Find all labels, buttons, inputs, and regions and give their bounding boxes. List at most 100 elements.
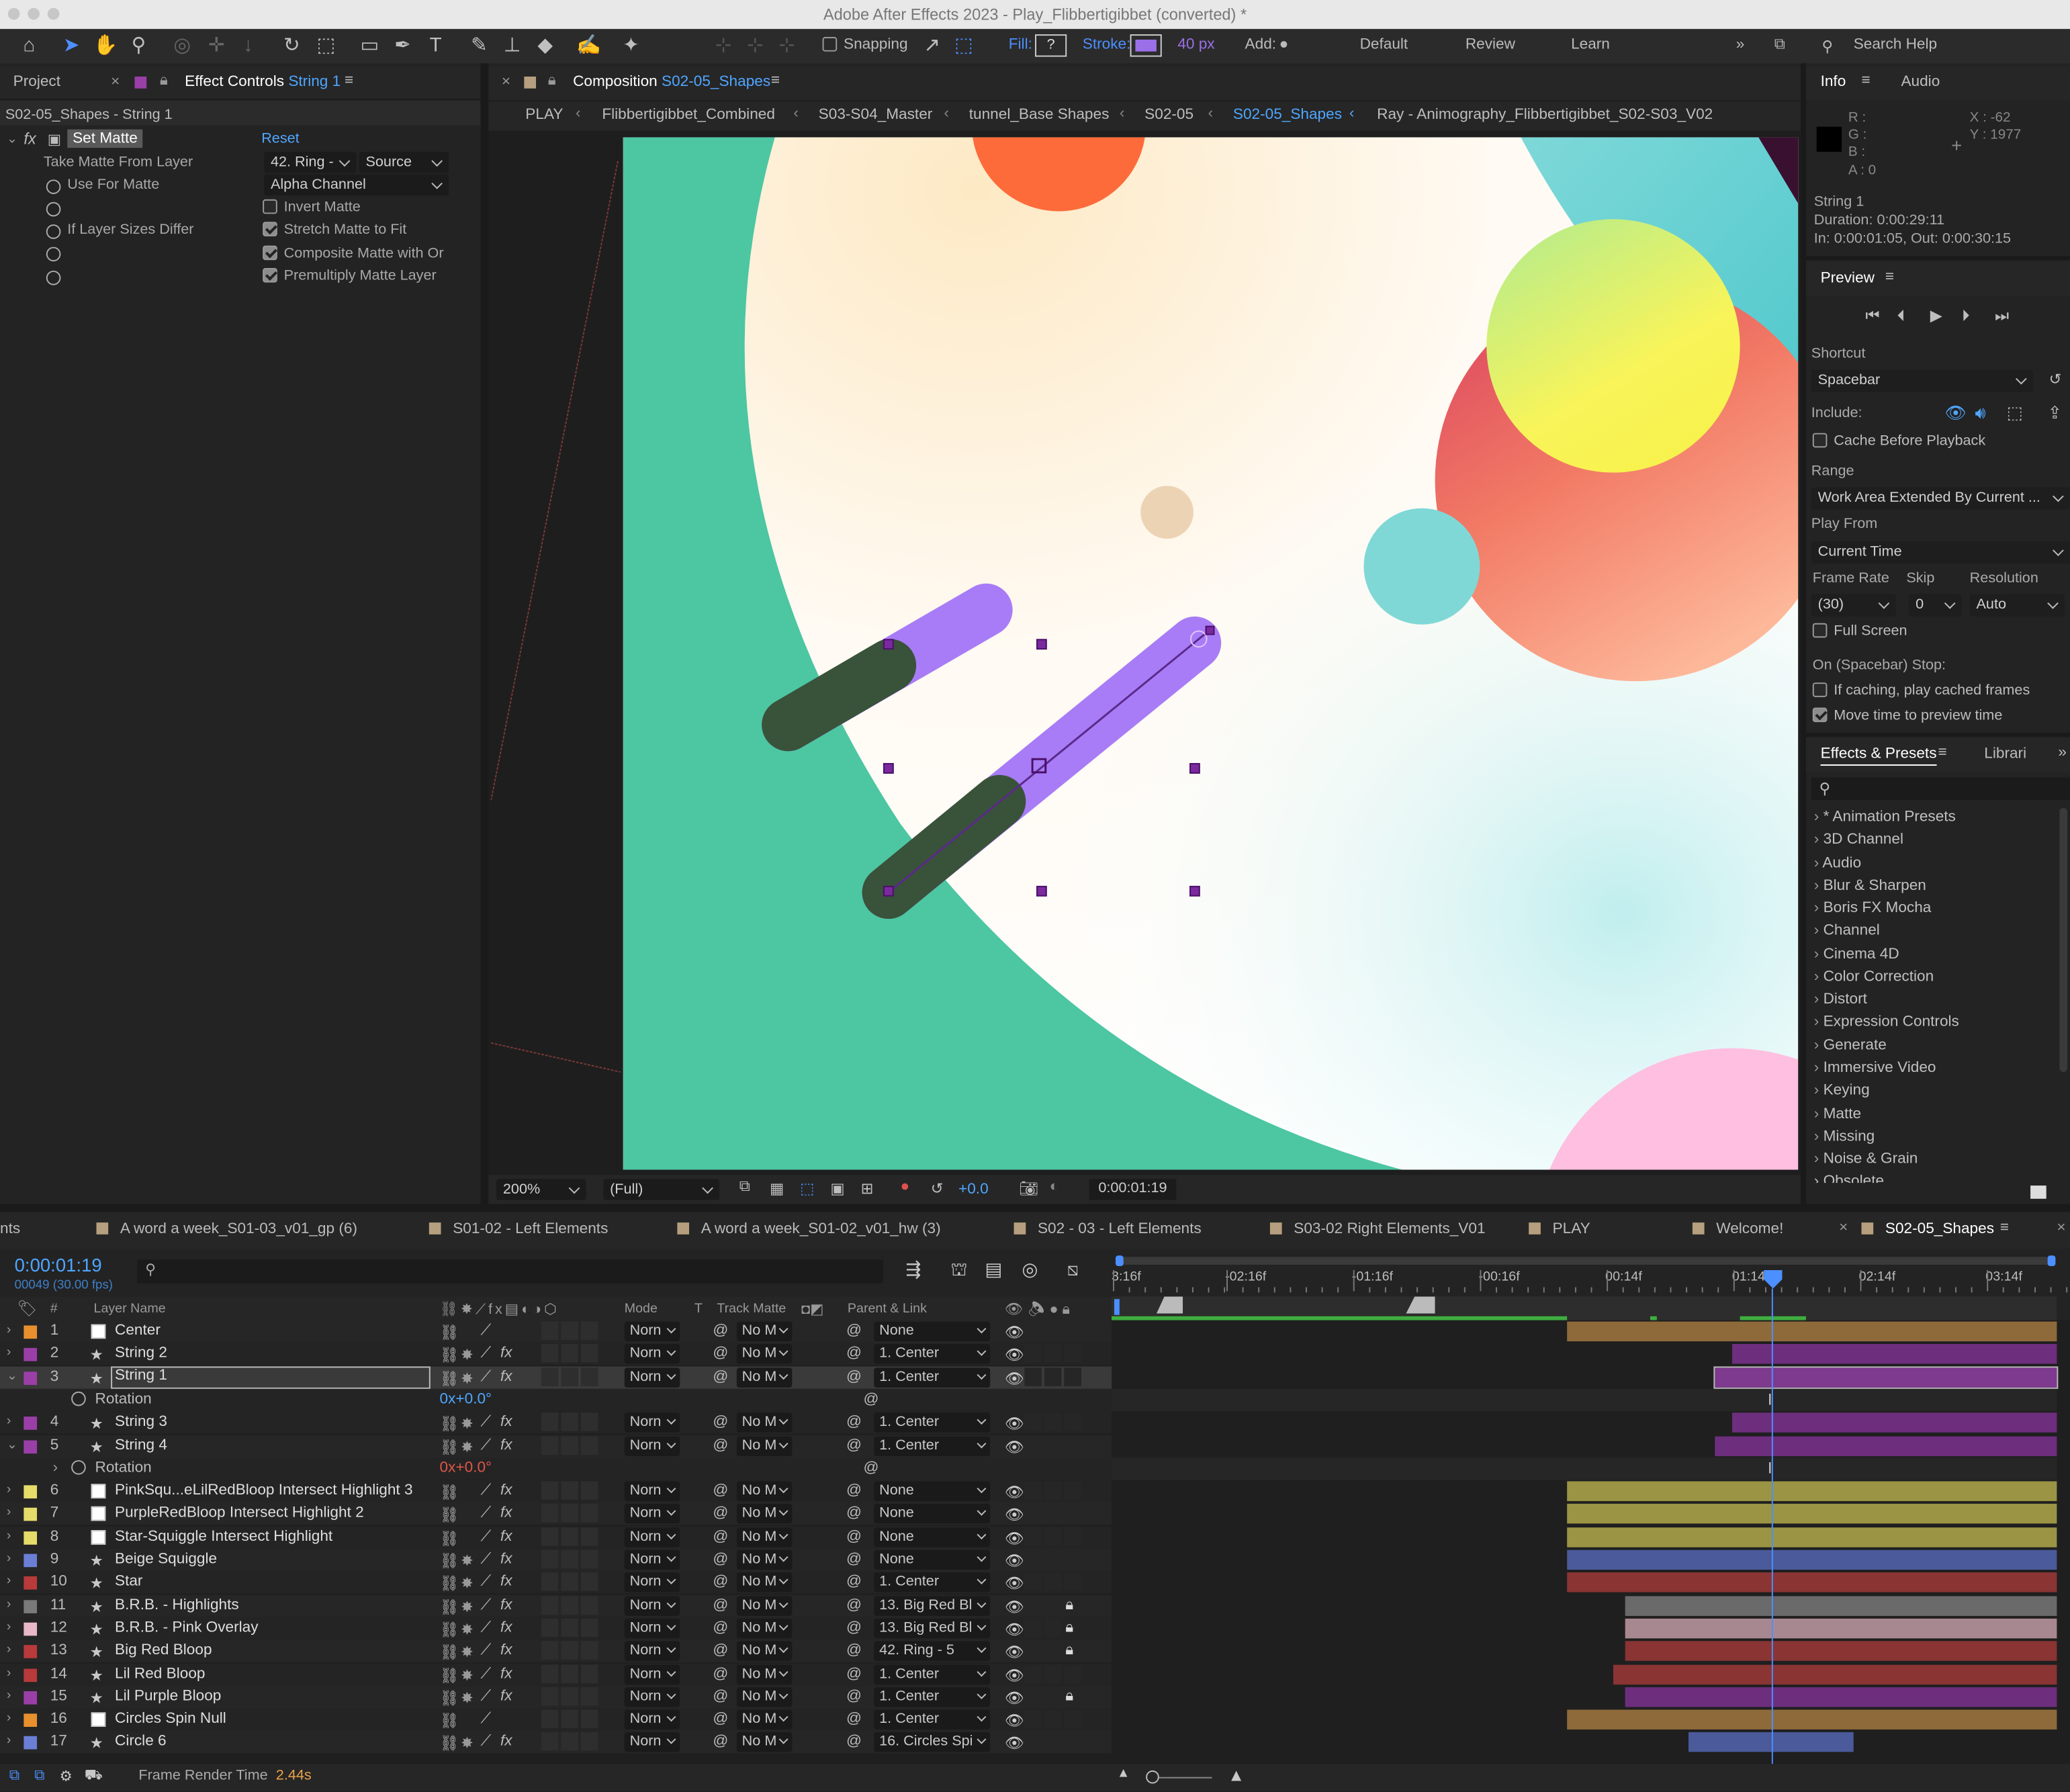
track-matte-pickwhip-icon[interactable]: @ [713,1552,728,1568]
layer-duration-bar[interactable] [1567,1481,2057,1502]
composition-viewer[interactable] [623,137,1799,1170]
first-frame-icon[interactable]: ⏮ [1865,306,1879,326]
if-caching-checkbox[interactable] [1812,682,1828,697]
layer-row[interactable]: › 8 Star-Squiggle Intersect Highlight ⛓ ⟋ fx N… [0,1525,1112,1549]
add-icon[interactable]: ● [1279,37,1289,53]
selection-tool-icon[interactable]: ➤ [58,33,84,59]
breadcrumb-item[interactable]: tunnel_Base Shapes [969,107,1110,123]
panel-menu-icon[interactable]: ≡ [1885,269,1894,285]
layer-label-color[interactable] [24,1622,38,1636]
switch-cell[interactable] [1044,1481,1062,1500]
navigator-start-handle[interactable] [1115,1255,1124,1267]
switch-cell[interactable] [580,1413,598,1432]
region-of-interest-icon[interactable]: ▣ [830,1179,844,1198]
layer-name[interactable]: Beige Squiggle [115,1552,217,1568]
quality-switch-icon[interactable]: ⟋ [480,1666,491,1683]
parent-dropdown[interactable]: None [874,1321,991,1342]
shy-switch-icon[interactable]: ⛓ [440,1734,459,1753]
color-channel-icon[interactable]: ● [901,1179,910,1195]
collapse-switch-icon[interactable]: ✸ [461,1666,474,1685]
mode-dropdown[interactable]: Norn [624,1641,680,1662]
track-matte-dropdown[interactable]: No M [736,1344,793,1365]
parent-dropdown[interactable]: 1. Center [874,1367,991,1388]
switch-cell[interactable] [561,1344,578,1363]
layer-name[interactable]: Star [115,1574,142,1591]
switch-cell[interactable] [580,1687,598,1706]
switch-cell[interactable] [580,1344,598,1363]
shy-switch-icon[interactable]: ⛓ [440,1689,459,1707]
fast-previews-icon[interactable]: ⧉ [739,1179,750,1196]
layer-row[interactable]: › 15 ★ Lil Purple Bloop ⛓ ✸ ⟋ fx Norn @ No M @1. Ce… [0,1685,1112,1709]
switch-cell[interactable] [1064,1527,1081,1546]
invert-matte-option[interactable]: Invert Matte [263,199,361,215]
time-ruler[interactable]: 3:16f -02:16f -01:16f -00:16f 00:14f 01:14f 02… [1112,1249,2070,1320]
layer-row[interactable]: › 17 ★ Circle 6 ⛓ ✸ ⟋ fx Norn @ No M @16. Circles S… [0,1731,1112,1754]
stopwatch-icon[interactable] [46,247,61,262]
switch-cell[interactable] [541,1321,559,1341]
switch-cell[interactable] [561,1550,578,1569]
lock-icon[interactable]: 🔒︎ [1065,1689,1073,1706]
switch-cell[interactable] [1064,1321,1081,1341]
switch-cell[interactable] [541,1687,559,1706]
tab-composition[interactable]: Composition S02-05_Shapes [573,74,770,90]
track-matte-pickwhip-icon[interactable]: @ [713,1415,728,1431]
track-matte-pickwhip-icon[interactable]: @ [713,1734,728,1750]
effects-search-input[interactable] [1811,777,2070,801]
mode-dropdown[interactable]: Norn [624,1732,680,1753]
track-matte-dropdown[interactable]: No M [736,1687,793,1707]
layer-duration-bar[interactable] [1731,1344,2057,1365]
premultiply-checkbox[interactable] [263,268,277,283]
chevron-right-icon[interactable]: › [7,1643,11,1658]
layer-label-color[interactable] [24,1668,38,1682]
expand-effect-icon[interactable]: ⌄ [7,132,17,147]
search-icon[interactable]: ⚲ [1822,37,1834,56]
switch-cell[interactable] [561,1572,578,1592]
layer-row[interactable]: ⌄ 5 ★ String 4 ⛓ ✸ ⟋ fx Norn @ No M @1. Center 👁︎ [0,1434,1112,1458]
rotation-value[interactable]: 0x+0.0° [440,1392,492,1408]
switch-cell[interactable] [561,1321,578,1341]
switch-cell[interactable] [1044,1527,1062,1546]
parent-pickwhip-icon[interactable]: @ [846,1369,862,1385]
tab-timeline[interactable]: A word a week_S01-02_v01_hw (3) [677,1221,941,1237]
quality-switch-icon[interactable]: ⟋ [480,1483,491,1500]
tab-timeline[interactable]: S01-02 - Left Elements [429,1221,608,1237]
effect-category[interactable]: › Obsolete [1814,1173,1884,1183]
layer-duration-bar[interactable] [1567,1572,2057,1593]
puppet-pin-tool-icon[interactable]: ✦ [618,33,644,59]
layer-duration-bar[interactable] [1567,1527,2057,1548]
layer-row[interactable]: › 7 PurpleRedBloop Intersect Highlight 2 ⛓ ⟋… [0,1503,1112,1526]
parent-pickwhip-icon[interactable]: @ [846,1437,862,1453]
stretch-matte-checkbox[interactable] [263,222,277,236]
render-time-icon[interactable]: ⛟ [85,1768,103,1787]
visibility-eye-icon[interactable]: 👁︎ [1005,1415,1024,1433]
layer-duration-bar[interactable] [1625,1595,2057,1616]
parent-dropdown[interactable]: None [874,1504,991,1525]
switch-cell[interactable] [1044,1664,1062,1683]
layer-name[interactable]: Big Red Bloop [115,1643,212,1659]
layer-label-color[interactable] [24,1554,38,1568]
lock-icon[interactable]: 🔒︎ [160,73,168,90]
visibility-eye-icon[interactable]: 👁︎ [1005,1346,1024,1364]
effect-category[interactable]: › Immersive Video [1814,1060,1936,1076]
switch-cell[interactable] [1044,1709,1062,1729]
shy-switch-icon[interactable]: ⛓ [440,1369,459,1387]
snapping-toggle[interactable]: Snapping [822,37,908,53]
new-item-icon[interactable] [2030,1185,2046,1199]
include-overlays-icon[interactable]: ⬚ [2007,403,2023,424]
stopwatch-icon[interactable] [46,224,61,239]
shy-switch-icon[interactable]: ⛓ [440,1483,459,1501]
parent-pickwhip-icon[interactable]: @ [846,1734,862,1750]
effect-category[interactable]: › Color Correction [1814,969,1934,985]
switch-cell[interactable] [1024,1641,1042,1660]
quality-switch-icon[interactable]: ⟋ [480,1437,491,1455]
shy-switch-icon[interactable]: ⛓ [440,1643,459,1662]
collapse-switch-icon[interactable]: ✸ [461,1369,474,1387]
switch-cell[interactable] [580,1504,598,1523]
layer-name[interactable]: String 2 [115,1346,167,1362]
rectangle-tool-icon[interactable]: ▭ [357,33,383,59]
shy-switch-icon[interactable]: ⛓ [440,1506,459,1524]
layer-name[interactable]: B.R.B. - Highlights [115,1597,239,1613]
track-matte-dropdown[interactable]: No M [736,1732,793,1753]
switch-cell[interactable] [1064,1709,1081,1729]
layer-name[interactable]: Lil Red Bloop [115,1666,205,1682]
